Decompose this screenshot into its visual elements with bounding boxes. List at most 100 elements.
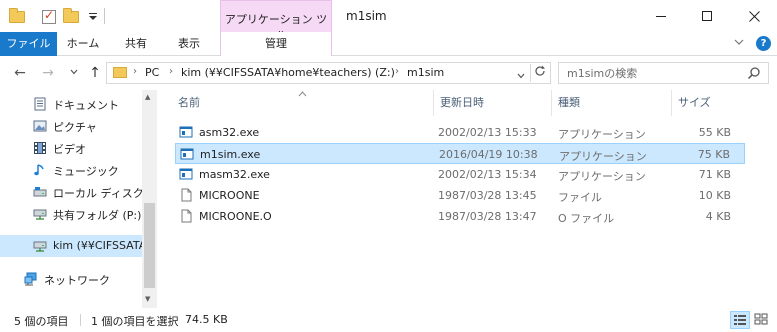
scroll-down-icon[interactable]: ▼ <box>145 295 150 303</box>
up-button[interactable]: ↑ <box>87 65 103 81</box>
file-row[interactable]: masm32.exe 2002/02/13 15:34 アプリケーション 71 … <box>175 164 745 185</box>
music-icon <box>34 164 44 176</box>
file-row[interactable]: MICROONE 1987/03/28 13:45 ファイル 10 KB <box>175 185 745 206</box>
tab-file[interactable]: ファイル <box>0 32 57 56</box>
minimize-button[interactable] <box>638 0 684 32</box>
nav-item-label: kim (¥¥CIFSSATA <box>53 239 142 252</box>
navigation-pane: ドキュメント ピクチャ ビデオ ミュージック ローカル ディスク (C 共有フォ… <box>0 90 157 308</box>
nav-item-label: ローカル ディスク (C <box>53 187 142 200</box>
file-list: 名前 更新日時 種類 サイズ asm32.exe 2002/02/13 15:3… <box>157 90 777 308</box>
file-date: 2002/02/13 15:34 <box>438 168 537 181</box>
file-icon <box>181 188 192 202</box>
status-bar: 5 個の項目 1 個の項目を選択 74.5 KB <box>0 308 777 332</box>
file-name: MICROONE <box>199 189 260 202</box>
file-size: 4 KB <box>705 210 731 223</box>
nav-pane-scrollbar[interactable]: ▲ ▼ <box>142 90 157 308</box>
status-selection: 1 個の項目を選択 <box>91 315 179 328</box>
file-size: 75 KB <box>697 148 730 161</box>
quick-access-dropdown-icon[interactable] <box>84 8 102 26</box>
file-row[interactable]: asm32.exe 2002/02/13 15:33 アプリケーション 55 K… <box>175 122 745 143</box>
column-header-label: サイズ <box>678 96 711 109</box>
nav-item-label: ドキュメント <box>53 99 119 112</box>
title-bar: アプリケーション ツール m1sim <box>0 0 777 42</box>
ribbon-tabs: ファイル ホーム 共有 表示 管理 ? <box>0 32 777 56</box>
status-item-count: 5 個の項目 <box>14 315 69 328</box>
breadcrumb-current-folder[interactable]: m1sim <box>407 66 444 79</box>
search-box[interactable] <box>558 62 769 84</box>
nav-item-kim-drive[interactable]: kim (¥¥CIFSSATA <box>0 235 142 257</box>
maximize-icon <box>702 11 712 21</box>
nav-item-documents[interactable]: ドキュメント <box>0 93 142 115</box>
sort-ascending-icon <box>298 90 307 100</box>
file-size: 71 KB <box>698 168 731 181</box>
properties-icon[interactable] <box>40 8 58 26</box>
column-header-label: 種類 <box>558 96 580 109</box>
close-button[interactable] <box>731 0 777 32</box>
pictures-icon <box>33 120 47 132</box>
new-folder-icon[interactable] <box>62 8 80 26</box>
breadcrumb-drive[interactable]: kim (¥¥CIFSSATA¥home¥teachers) (Z:) <box>181 66 395 79</box>
scroll-up-icon[interactable]: ▲ <box>145 93 150 101</box>
file-name: m1sim.exe <box>200 148 261 161</box>
file-size: 55 KB <box>698 126 731 139</box>
tab-manage[interactable]: 管理 <box>220 32 332 56</box>
nav-item-shared-folder[interactable]: 共有フォルダ (P:) <box>0 203 142 225</box>
search-input[interactable] <box>567 65 737 81</box>
file-name: masm32.exe <box>199 168 270 181</box>
minimize-icon <box>656 15 666 17</box>
details-view-icon <box>734 315 746 325</box>
scrollbar-thumb[interactable] <box>144 203 155 288</box>
details-view-button[interactable] <box>730 311 750 329</box>
address-folder-icon <box>113 67 127 78</box>
column-header-size[interactable]: サイズ <box>672 90 752 116</box>
breadcrumb-pc[interactable]: PC <box>145 66 159 79</box>
expand-ribbon-icon[interactable] <box>734 38 744 49</box>
file-row[interactable]: MICROONE.O 1987/03/28 13:47 O ファイル 4 KB <box>175 206 745 227</box>
nav-item-music[interactable]: ミュージック <box>0 159 142 181</box>
exe-icon <box>179 168 193 180</box>
tab-view[interactable]: 表示 <box>163 32 215 56</box>
column-header-type[interactable]: 種類 <box>552 90 672 116</box>
file-date: 1987/03/28 13:47 <box>438 210 537 223</box>
navigation-bar: ← → ↑ › PC › kim (¥¥CIFSSATA¥home¥teache… <box>0 56 777 90</box>
refresh-icon[interactable] <box>530 64 548 82</box>
close-icon <box>748 10 760 22</box>
chevron-right-icon: › <box>133 66 137 77</box>
back-button[interactable]: ← <box>12 65 28 81</box>
chevron-right-icon: › <box>169 66 173 77</box>
large-icons-view-icon <box>754 313 768 325</box>
search-icon[interactable] <box>747 66 761 80</box>
exe-icon <box>180 148 194 160</box>
tab-share[interactable]: 共有 <box>110 32 162 56</box>
file-row[interactable]: m1sim.exe 2016/04/19 10:38 アプリケーション 75 K… <box>175 143 745 164</box>
exe-icon <box>179 126 193 138</box>
maximize-button[interactable] <box>684 0 730 32</box>
column-header-label: 名前 <box>178 96 200 109</box>
recent-locations-icon[interactable] <box>66 65 82 81</box>
nav-item-label: ミュージック <box>53 165 119 178</box>
nav-item-videos[interactable]: ビデオ <box>0 137 142 159</box>
nav-item-pictures[interactable]: ピクチャ <box>0 115 142 137</box>
videos-icon <box>34 142 46 154</box>
column-header-date[interactable]: 更新日時 <box>434 90 552 116</box>
network-icon <box>24 272 37 286</box>
tab-home[interactable]: ホーム <box>57 32 109 56</box>
file-type: O ファイル <box>558 212 615 225</box>
documents-icon <box>34 97 46 111</box>
help-button[interactable]: ? <box>756 36 771 51</box>
nav-item-label: ネットワーク <box>44 274 110 287</box>
local-disk-icon <box>33 187 47 197</box>
network-drive-icon <box>33 209 47 220</box>
status-separator <box>80 314 81 326</box>
large-icons-view-button[interactable] <box>752 311 772 329</box>
nav-item-local-disk[interactable]: ローカル ディスク (C <box>0 181 142 203</box>
address-bar[interactable]: › PC › kim (¥¥CIFSSATA¥home¥teachers) (Z… <box>106 62 551 84</box>
file-icon <box>181 209 192 223</box>
file-type: アプリケーション <box>559 150 647 163</box>
chevron-right-icon: › <box>395 66 399 77</box>
file-date: 1987/03/28 13:45 <box>438 189 537 202</box>
forward-button[interactable]: → <box>40 65 56 81</box>
nav-item-label: ピクチャ <box>53 121 97 134</box>
nav-item-network[interactable]: ネットワーク <box>0 268 142 290</box>
address-dropdown-icon[interactable] <box>517 72 525 81</box>
